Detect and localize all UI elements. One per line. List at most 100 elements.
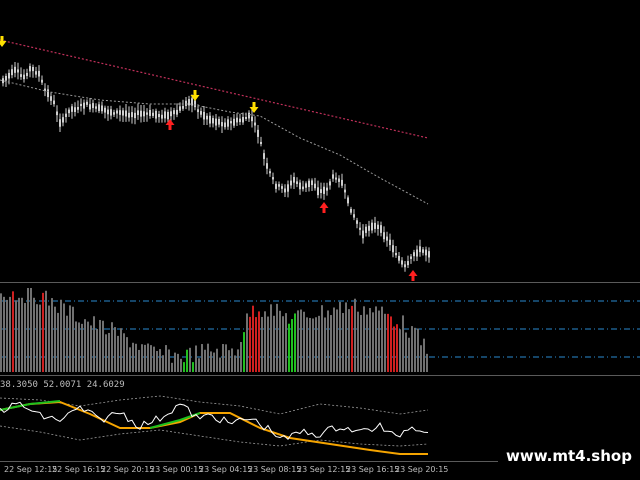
candle-body <box>278 184 280 187</box>
histogram-bar <box>24 303 26 372</box>
candle-body <box>374 222 376 229</box>
histogram-bar <box>375 306 377 372</box>
candle-body <box>38 70 40 77</box>
candle-body <box>293 176 295 183</box>
time-label: 23 Sep 00:15 <box>150 465 204 474</box>
candle-body <box>263 153 265 159</box>
histogram-bar <box>318 315 320 372</box>
down-arrow-icon <box>249 102 259 113</box>
histogram-bar <box>21 297 23 372</box>
candle-body <box>371 222 373 231</box>
candle-body <box>17 69 19 73</box>
candle-body <box>128 112 130 118</box>
candle-body <box>416 249 418 257</box>
time-label: 23 Sep 04:15 <box>199 465 253 474</box>
candle-body <box>227 119 229 127</box>
histogram-bar <box>414 327 416 372</box>
candle-body <box>383 232 385 240</box>
candle-body <box>257 129 259 137</box>
histogram-bar <box>213 352 215 372</box>
candle-body <box>272 177 274 180</box>
histogram-bar <box>351 305 353 372</box>
candle-body <box>2 78 4 84</box>
histogram-bar <box>18 297 20 372</box>
histogram-bar <box>363 306 365 372</box>
up-arrow-icon <box>408 270 418 281</box>
candle-body <box>215 118 217 126</box>
trend-line-green <box>149 412 201 429</box>
chart-window[interactable]: 38.3050 52.0071 24.6029 22 Sep 12:15 22 … <box>0 0 640 480</box>
candle-body <box>77 107 79 110</box>
candle-body <box>233 118 235 126</box>
candle-body <box>152 112 154 116</box>
panel-separator-2 <box>0 375 640 376</box>
candle-body <box>41 79 43 83</box>
candle-body <box>308 180 310 188</box>
histogram-bar <box>342 312 344 372</box>
candle-body <box>332 174 334 179</box>
histogram-bar <box>153 346 155 372</box>
price-chart[interactable] <box>0 0 640 480</box>
candle-body <box>428 251 430 258</box>
histogram-bar <box>216 348 218 372</box>
candle-body <box>287 184 289 192</box>
histogram-bar <box>321 305 323 372</box>
candle-body <box>218 118 220 125</box>
histogram-bar <box>381 306 383 372</box>
candle-body <box>98 104 100 112</box>
histogram-bar <box>360 314 362 372</box>
candle-body <box>158 113 160 118</box>
histogram-bar <box>261 316 263 372</box>
histogram-bar <box>123 333 125 372</box>
candle-body <box>119 110 121 115</box>
candle-body <box>86 101 88 105</box>
histogram-bar <box>6 299 8 372</box>
candle-body <box>146 112 148 115</box>
histogram-bar <box>66 315 68 372</box>
histogram-bar <box>195 345 197 372</box>
histogram-bar <box>285 313 287 372</box>
candle-body <box>329 181 331 186</box>
histogram-bar <box>267 316 269 372</box>
histogram-bar <box>60 299 62 372</box>
histogram-bar <box>147 343 149 372</box>
candle-body <box>398 255 400 261</box>
histogram-bar <box>114 327 116 372</box>
candle-body <box>107 109 109 115</box>
candle-body <box>188 99 190 106</box>
histogram-bar <box>345 302 347 372</box>
candle-body <box>149 109 151 116</box>
candle-body <box>92 103 94 109</box>
candle-body <box>116 110 118 114</box>
candle-body <box>290 180 292 186</box>
histogram-bar <box>411 326 413 372</box>
histogram-bar <box>87 321 89 372</box>
histogram-bar <box>330 315 332 372</box>
histogram-bar <box>228 350 230 372</box>
histogram-bar <box>129 347 131 372</box>
candle-body <box>344 189 346 193</box>
candle-body <box>80 103 82 107</box>
candle-body <box>59 119 61 127</box>
candle-body <box>341 179 343 186</box>
histogram-bar <box>177 353 179 372</box>
candle-body <box>194 100 196 108</box>
histogram-bar <box>258 311 260 372</box>
candle-body <box>161 114 163 119</box>
candle-body <box>5 75 7 81</box>
candle-body <box>110 109 112 116</box>
histogram-bar <box>279 310 281 372</box>
histogram-bar <box>198 358 200 372</box>
panel-separator-1 <box>0 282 640 283</box>
candle-body <box>314 183 316 189</box>
histogram-bar <box>207 343 209 372</box>
histogram-bar <box>84 319 86 372</box>
candle-body <box>68 109 70 114</box>
histogram-bar <box>240 341 242 372</box>
candle-body <box>326 187 328 191</box>
histogram-bar <box>162 355 164 372</box>
trend-line-orange <box>0 400 428 455</box>
histogram-bar <box>312 318 314 372</box>
candle-body <box>236 117 238 123</box>
candle-body <box>140 110 142 117</box>
